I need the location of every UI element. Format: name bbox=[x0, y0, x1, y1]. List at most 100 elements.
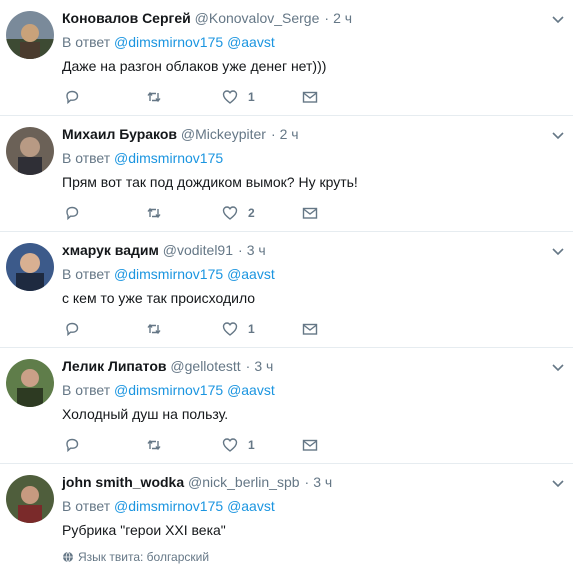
mention-link[interactable]: @dimsmirnov175 bbox=[114, 150, 223, 166]
retweet-icon bbox=[147, 207, 161, 219]
reply-prefix: В ответ bbox=[62, 150, 111, 166]
tweet[interactable]: Лелик Липатов @gellotestt · 3 ч В ответ @d… bbox=[0, 348, 573, 464]
tweet-text: с кем то уже так происходило bbox=[62, 290, 256, 306]
tweet-actions: 1 bbox=[62, 88, 342, 106]
username[interactable]: @Konovalov_Serge bbox=[195, 10, 320, 26]
retweet-icon bbox=[147, 91, 161, 103]
reply-button[interactable] bbox=[64, 204, 80, 222]
avatar[interactable] bbox=[6, 11, 54, 59]
mention-link[interactable]: @dimsmirnov175 bbox=[114, 382, 223, 398]
separator-dot: · bbox=[324, 10, 330, 26]
avatar[interactable] bbox=[6, 127, 54, 175]
like-count: 1 bbox=[248, 90, 255, 104]
retweet-icon bbox=[147, 323, 161, 335]
avatar[interactable] bbox=[6, 243, 54, 291]
tweet-header: Лелик Липатов @gellotestt · 3 ч bbox=[62, 358, 273, 374]
tweet-language: Язык твита: болгарский bbox=[62, 550, 209, 564]
chevron-down-icon[interactable] bbox=[551, 360, 565, 374]
like-button[interactable]: 1 bbox=[222, 88, 255, 106]
reply-prefix: В ответ bbox=[62, 382, 111, 398]
chevron-down-icon[interactable] bbox=[551, 244, 565, 258]
reply-context: В ответ @dimsmirnov175 bbox=[62, 150, 223, 166]
tweet[interactable]: john smith_wodka @nick_berlin_spb · 3 ч В … bbox=[0, 464, 573, 568]
tweet-header: Михаил Бураков @Mickeypiter · 2 ч bbox=[62, 126, 299, 142]
mention-link[interactable]: @aavst bbox=[227, 382, 275, 398]
tweet-header: john smith_wodka @nick_berlin_spb · 3 ч bbox=[62, 474, 332, 490]
username[interactable]: @voditel91 bbox=[163, 242, 233, 258]
reply-button[interactable] bbox=[64, 320, 80, 338]
tweet-actions: 1 bbox=[62, 320, 342, 338]
mention-link[interactable]: @aavst bbox=[227, 34, 275, 50]
tweet-text: Прям вот так под дождиком вымок? Ну крут… bbox=[62, 174, 358, 190]
direct-message-button[interactable] bbox=[302, 436, 318, 454]
fullname[interactable]: john smith_wodka bbox=[62, 474, 184, 490]
reply-context: В ответ @dimsmirnov175 @aavst bbox=[62, 266, 275, 282]
envelope-icon bbox=[302, 439, 318, 451]
heart-icon bbox=[222, 322, 238, 336]
reply-context: В ответ @dimsmirnov175 @aavst bbox=[62, 34, 275, 50]
like-button[interactable]: 1 bbox=[222, 436, 255, 454]
mention-link[interactable]: @dimsmirnov175 bbox=[114, 498, 223, 514]
fullname[interactable]: Михаил Бураков bbox=[62, 126, 177, 142]
reply-prefix: В ответ bbox=[62, 498, 111, 514]
avatar[interactable] bbox=[6, 359, 54, 407]
username[interactable]: @gellotestt bbox=[170, 358, 240, 374]
avatar[interactable] bbox=[6, 475, 54, 523]
tweet[interactable]: Михаил Бураков @Mickeypiter · 2 ч В ответ … bbox=[0, 116, 573, 232]
mention-link[interactable]: @aavst bbox=[227, 498, 275, 514]
mention-link[interactable]: @aavst bbox=[227, 266, 275, 282]
reply-icon bbox=[66, 90, 79, 105]
reply-prefix: В ответ bbox=[62, 34, 111, 50]
envelope-icon bbox=[302, 91, 318, 103]
chevron-down-icon[interactable] bbox=[551, 128, 565, 142]
retweet-button[interactable] bbox=[146, 88, 162, 106]
tweet-header: Коновалов Сергей @Konovalov_Serge · 2 ч bbox=[62, 10, 352, 26]
chevron-down-icon[interactable] bbox=[551, 12, 565, 26]
chevron-down-icon[interactable] bbox=[551, 476, 565, 490]
separator-dot: · bbox=[304, 474, 310, 490]
username[interactable]: @Mickeypiter bbox=[181, 126, 266, 142]
reply-icon bbox=[66, 322, 79, 337]
tweet-header: хмарук вадим @voditel91 · 3 ч bbox=[62, 242, 266, 258]
like-count: 1 bbox=[248, 322, 255, 336]
like-button[interactable]: 1 bbox=[222, 320, 255, 338]
direct-message-button[interactable] bbox=[302, 204, 318, 222]
fullname[interactable]: Коновалов Сергей bbox=[62, 10, 191, 26]
like-button[interactable]: 2 bbox=[222, 204, 255, 222]
globe-icon bbox=[63, 551, 73, 563]
retweet-button[interactable] bbox=[146, 204, 162, 222]
timestamp[interactable]: 3 ч bbox=[313, 474, 332, 490]
heart-icon bbox=[222, 206, 238, 220]
retweet-icon bbox=[147, 439, 161, 451]
reply-button[interactable] bbox=[64, 88, 80, 106]
separator-dot: · bbox=[270, 126, 276, 142]
timestamp[interactable]: 2 ч bbox=[333, 10, 352, 26]
tweet-language-label: Язык твита: болгарский bbox=[78, 550, 210, 564]
reply-context: В ответ @dimsmirnov175 @aavst bbox=[62, 382, 275, 398]
retweet-button[interactable] bbox=[146, 320, 162, 338]
fullname[interactable]: хмарук вадим bbox=[62, 242, 159, 258]
fullname[interactable]: Лелик Липатов bbox=[62, 358, 167, 374]
tweet[interactable]: хмарук вадим @voditel91 · 3 ч В ответ @dim… bbox=[0, 232, 573, 348]
tweet-actions: 1 bbox=[62, 436, 342, 454]
heart-icon bbox=[222, 90, 238, 104]
direct-message-button[interactable] bbox=[302, 320, 318, 338]
reply-icon bbox=[66, 206, 79, 221]
reply-prefix: В ответ bbox=[62, 266, 111, 282]
retweet-button[interactable] bbox=[146, 436, 162, 454]
timestamp[interactable]: 3 ч bbox=[247, 242, 266, 258]
tweet[interactable]: Коновалов Сергей @Konovalov_Serge · 2 ч В … bbox=[0, 0, 573, 116]
username[interactable]: @nick_berlin_spb bbox=[188, 474, 300, 490]
separator-dot: · bbox=[238, 242, 243, 258]
mention-link[interactable]: @dimsmirnov175 bbox=[114, 266, 223, 282]
reply-context: В ответ @dimsmirnov175 @aavst bbox=[62, 498, 275, 514]
reply-button[interactable] bbox=[64, 436, 80, 454]
reply-icon bbox=[66, 438, 79, 453]
tweet-actions: 2 bbox=[62, 204, 342, 222]
direct-message-button[interactable] bbox=[302, 88, 318, 106]
mention-link[interactable]: @dimsmirnov175 bbox=[114, 34, 223, 50]
timestamp[interactable]: 2 ч bbox=[280, 126, 299, 142]
envelope-icon bbox=[302, 323, 318, 335]
tweet-text: Холодный душ на пользу. bbox=[62, 406, 229, 422]
timestamp[interactable]: 3 ч bbox=[254, 358, 273, 374]
